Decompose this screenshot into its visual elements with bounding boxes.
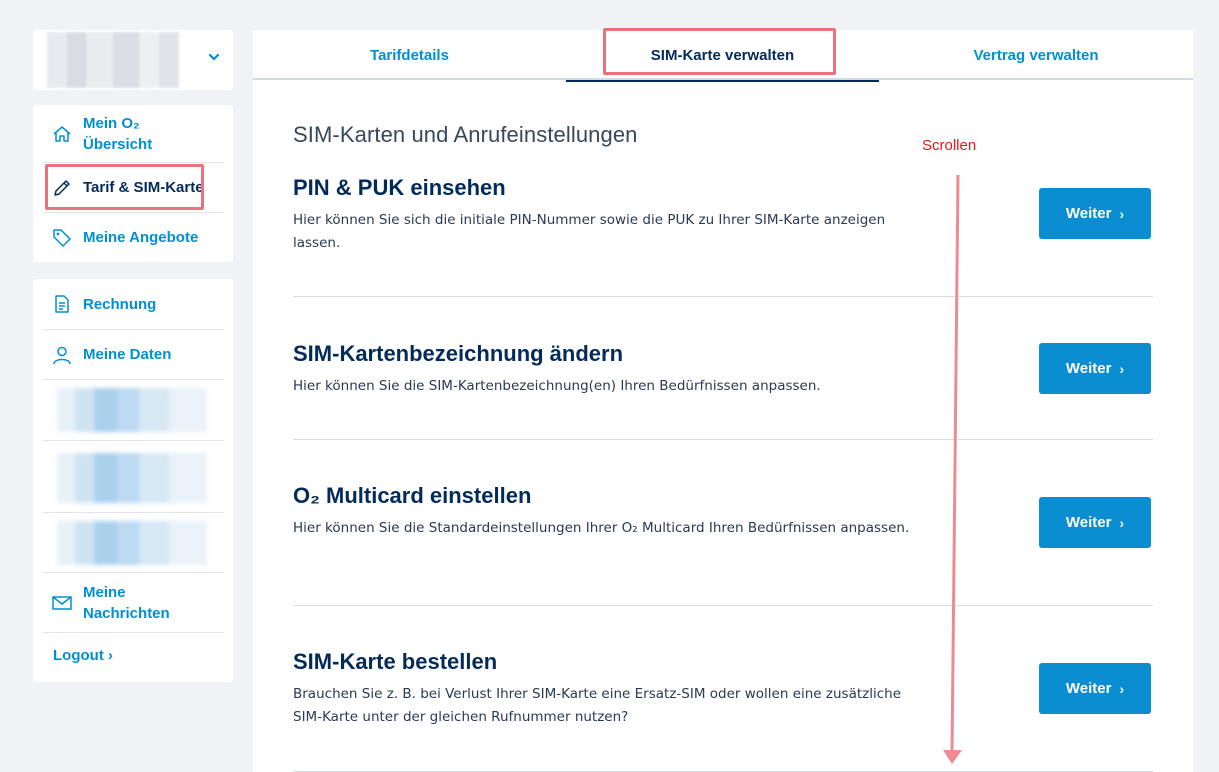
sidebar-item-label: Meine Angebote (83, 228, 199, 246)
divider (293, 439, 1153, 440)
user-icon (53, 346, 71, 364)
card-title: PIN & PUK einsehen (293, 175, 506, 200)
sidebar-item-blurred[interactable] (43, 513, 224, 573)
card-text: Hier können Sie sich die initiale PIN-Nu… (293, 212, 886, 251)
card-title: SIM-Kartenbezeichnung ändern (293, 341, 624, 366)
highlight-tariff-sim (45, 164, 204, 210)
home-icon (53, 125, 71, 142)
button-label: Weiter (1065, 680, 1112, 697)
sidebar-item-label: Nachrichten (83, 604, 170, 622)
chevron-down-icon[interactable] (209, 52, 219, 62)
card-title: O₂ Multicard einstellen (293, 483, 532, 508)
card-pin-puk: PIN & PUK einsehen Hier können Sie sich … (293, 175, 1153, 255)
card-multicard: O₂ Multicard einstellen Hier können Sie … (293, 483, 1153, 540)
scroll-annotation-label: Scrollen (922, 137, 977, 154)
button-label: Weiter (1065, 360, 1112, 377)
sidebar-item-label: Übersicht (83, 135, 153, 153)
chevron-right-icon: › (1119, 205, 1125, 222)
multicard-continue-button[interactable]: Weiter › (1039, 497, 1151, 548)
card-text: Brauchen Sie z. B. bei Verlust Ihrer SIM… (293, 686, 902, 725)
sidebar-item-label: Rechnung (83, 295, 157, 313)
sidebar-item-invoice[interactable]: Rechnung (43, 279, 224, 330)
tab-contract-management[interactable]: Vertrag verwalten (879, 30, 1193, 80)
sidebar-item-blurred[interactable] (43, 380, 224, 441)
sidebar-item-blurred[interactable] (43, 441, 224, 513)
order-sim-continue-button[interactable]: Weiter › (1039, 663, 1151, 714)
chevron-right-icon: › (1119, 680, 1125, 697)
button-label: Weiter (1065, 205, 1112, 222)
tab-tariff-details[interactable]: Tarifdetails (253, 30, 566, 80)
chevron-right-icon: › (1119, 360, 1125, 377)
sidebar-item-messages[interactable]: Meine Nachrichten (43, 573, 224, 633)
button-label: Weiter (1065, 514, 1112, 531)
card-order-sim: SIM-Karte bestellen Brauchen Sie z. B. b… (293, 649, 1153, 729)
sim-label-continue-button[interactable]: Weiter › (1039, 343, 1151, 394)
divider (293, 296, 1153, 297)
sidebar-item-offers[interactable]: Meine Angebote (43, 213, 224, 261)
card-text: Hier können Sie die Standardeinstellunge… (293, 520, 910, 536)
chevron-right-icon: › (1119, 514, 1125, 531)
account-selector[interactable] (33, 30, 233, 90)
sidebar-item-label: Mein O₂ (83, 114, 140, 132)
highlight-sim-tab (603, 28, 836, 75)
sidebar-item-label: Meine (83, 583, 126, 601)
scroll-arrow-icon (943, 174, 962, 764)
divider (293, 605, 1153, 606)
pin-puk-continue-button[interactable]: Weiter › (1039, 188, 1151, 239)
card-text: Hier können Sie die SIM-Kartenbezeichnun… (293, 378, 821, 394)
card-sim-label: SIM-Kartenbezeichnung ändern Hier können… (293, 341, 1153, 398)
tag-icon (53, 229, 71, 247)
sidebar-item-overview[interactable]: Mein O₂ Übersicht (43, 105, 224, 163)
main-panel: Tarifdetails SIM-Karte verwalten Vertrag… (253, 30, 1193, 772)
card-title: SIM-Karte bestellen (293, 649, 498, 674)
account-name-blurred (47, 32, 179, 88)
mail-icon (52, 595, 72, 610)
section-title: SIM-Karten und Anrufeinstellungen (293, 122, 638, 147)
logout-link[interactable]: Logout › (53, 647, 113, 664)
sidebar-item-label: Meine Daten (83, 346, 172, 363)
document-icon (55, 295, 69, 313)
sidebar-item-my-data[interactable]: Meine Daten (43, 330, 224, 380)
sidebar-nav-secondary: Rechnung Meine Daten Meine Nachrichten L… (33, 279, 233, 682)
